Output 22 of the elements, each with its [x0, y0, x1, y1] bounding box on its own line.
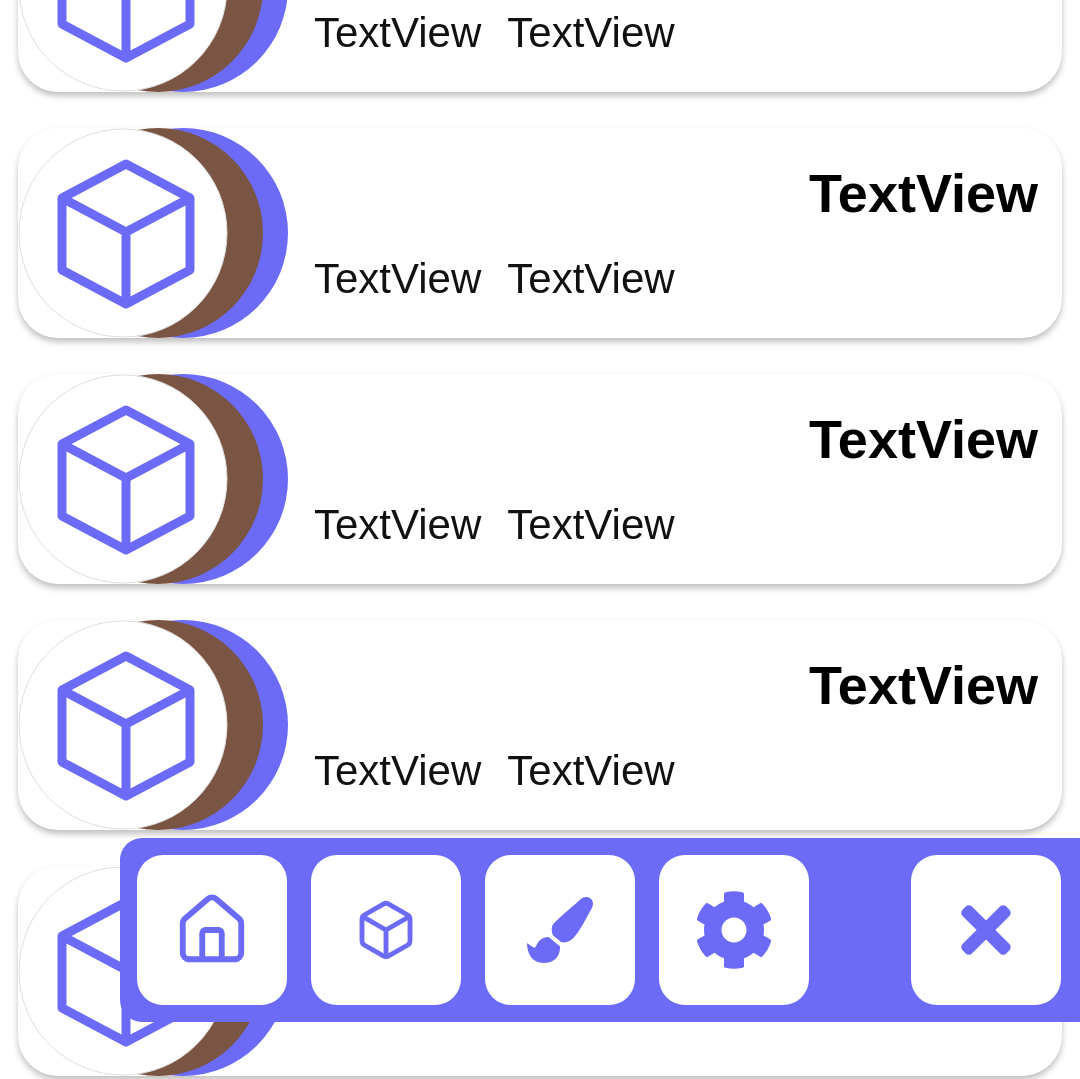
list-card[interactable]: TextView TextView TextView [18, 374, 1062, 584]
item-title: TextView [808, 412, 1038, 466]
item-subtitle: TextView [507, 504, 675, 546]
settings-icon [694, 890, 774, 970]
toolbar-button[interactable] [659, 855, 809, 1005]
item-subtitle: TextView [314, 504, 482, 546]
list-card[interactable]: TextView TextView [18, 0, 1062, 92]
paintbrush-icon [527, 897, 593, 963]
item-title: TextView [808, 166, 1038, 220]
list-card[interactable]: TextView TextView TextView [18, 128, 1062, 338]
item-subtitle: TextView [314, 258, 482, 300]
toolbar-button[interactable] [485, 855, 635, 1005]
toolbar-button[interactable] [137, 855, 287, 1005]
item-subtitle: TextView [507, 12, 675, 54]
item-subtitle: TextView [314, 750, 482, 792]
item-subtitle: TextView [507, 258, 675, 300]
close-button[interactable] [911, 855, 1061, 1005]
item-subtitle: TextView [507, 750, 675, 792]
item-title: TextView [808, 658, 1038, 712]
toolbar-button[interactable] [311, 855, 461, 1005]
list-card[interactable]: TextView TextView TextView [18, 620, 1062, 830]
item-subtitle: TextView [314, 12, 482, 54]
